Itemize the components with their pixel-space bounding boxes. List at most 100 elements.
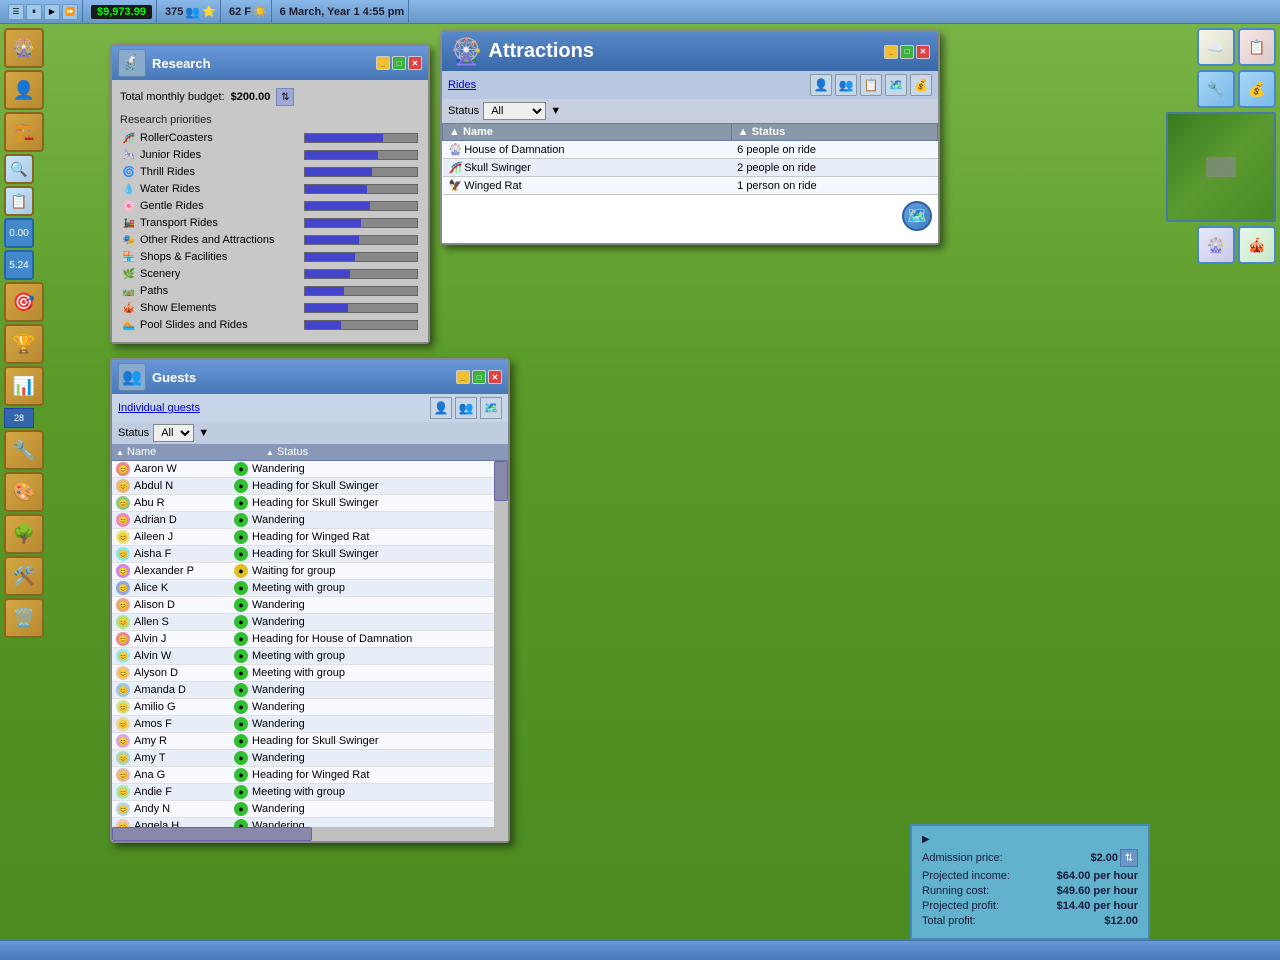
attractions-restore-btn[interactable]: □ — [900, 45, 914, 59]
research-item-shops[interactable]: 🏪 Shops & Facilities — [120, 249, 420, 265]
sidebar-icon-10[interactable]: 🛠️ — [4, 556, 44, 596]
guests-minimize-btn[interactable]: _ — [456, 370, 470, 384]
list-item[interactable]: 😊 Alvin J ● Heading for House of Damnati… — [112, 631, 494, 648]
sidebar-icon-small-4[interactable]: 5.24 — [4, 250, 34, 280]
sidebar-icon-3[interactable]: 🏗️ — [4, 112, 44, 152]
list-item[interactable]: 😊 Aisha F ● Heading for Skull Swinger — [112, 546, 494, 563]
guests-list[interactable]: 😊 Aaron W ● Wandering 😊 Abdul N ● Headin… — [112, 461, 508, 827]
sidebar-icon-small-3[interactable]: 0.00 — [4, 218, 34, 248]
name-col-header[interactable]: ▲ Name — [443, 124, 732, 141]
attractions-minimize-btn[interactable]: _ — [884, 45, 898, 59]
research-item-paths[interactable]: 🛤️ Paths — [120, 283, 420, 299]
research-item-water[interactable]: 💧 Water Rides — [120, 181, 420, 197]
right-icon-4[interactable]: 💰 — [1238, 70, 1276, 108]
list-item[interactable]: 😊 Amy T ● Wandering — [112, 750, 494, 767]
visitor-count: 375 — [165, 6, 183, 18]
list-item[interactable]: 😊 Aileen J ● Heading for Winged Rat — [112, 529, 494, 546]
sidebar-icon-2[interactable]: 👤 — [4, 70, 44, 110]
research-item-junior[interactable]: 🎠 Junior Rides — [120, 147, 420, 163]
attractions-close-btn[interactable]: ✕ — [916, 45, 930, 59]
guests-icon-2[interactable]: 👥 — [455, 397, 477, 419]
status-col-header[interactable]: ▲ Status — [731, 124, 937, 141]
sidebar-icon-small-2[interactable]: 📋 — [4, 186, 34, 216]
list-item[interactable]: 😊 Alyson D ● Meeting with group — [112, 665, 494, 682]
scrollbar-thumb[interactable] — [494, 461, 508, 501]
list-item[interactable]: 😊 Angela H ● Wandering — [112, 818, 494, 827]
menu-btn[interactable]: ☰ — [8, 4, 24, 20]
list-item[interactable]: 😊 Alice K ● Meeting with group — [112, 580, 494, 597]
sidebar-icon-11[interactable]: 🗑️ — [4, 598, 44, 638]
guests-icon-1[interactable]: 👤 — [430, 397, 452, 419]
attractions-icon-1[interactable]: 👤 — [810, 74, 832, 96]
list-item[interactable]: 😊 Allen S ● Wandering — [112, 614, 494, 631]
research-item-transport[interactable]: 🚂 Transport Rides — [120, 215, 420, 231]
budget-adjust-btn[interactable]: ⇅ — [276, 88, 294, 106]
horizontal-scrollbar[interactable] — [112, 827, 494, 841]
play-btn[interactable]: ▶ — [44, 4, 60, 20]
sidebar-icon-6[interactable]: 📊 — [4, 366, 44, 406]
attractions-icon-5[interactable]: 💰 — [910, 74, 932, 96]
list-item[interactable]: 😊 Abu R ● Heading for Skull Swinger — [112, 495, 494, 512]
ff-btn[interactable]: ⏩ — [62, 4, 78, 20]
right-icon-1[interactable]: ☁️ — [1197, 28, 1235, 66]
attractions-icon-4[interactable]: 🗺️ — [885, 74, 907, 96]
info-header: ▶ — [922, 834, 1138, 845]
sidebar-icon-small-1[interactable]: 🔍 — [4, 154, 34, 184]
list-item[interactable]: 😊 Amos F ● Wandering — [112, 716, 494, 733]
sidebar-icon-9[interactable]: 🌳 — [4, 514, 44, 554]
pause-btn[interactable]: ⏸ — [26, 4, 42, 20]
research-restore-btn[interactable]: □ — [392, 56, 406, 70]
guests-name-header[interactable]: ▲ Name — [112, 444, 262, 460]
attractions-icon-3[interactable]: 📋 — [860, 74, 882, 96]
research-item-scenery[interactable]: 🌿 Scenery — [120, 266, 420, 282]
sidebar-icon-7[interactable]: 🔧 — [4, 430, 44, 470]
list-item[interactable]: 😊 Andy N ● Wandering — [112, 801, 494, 818]
sidebar-icon-1[interactable]: 🎡 — [4, 28, 44, 68]
guests-icon-3[interactable]: 🗺️ — [480, 397, 502, 419]
sidebar-icon-5[interactable]: 🏆 — [4, 324, 44, 364]
individual-guests-tab[interactable]: Individual guests — [118, 402, 200, 414]
attractions-nav-btn[interactable]: 🗺️ — [902, 201, 932, 231]
list-item[interactable]: 😊 Andie F ● Meeting with group — [112, 784, 494, 801]
admission-adjust-btn[interactable]: ⇅ — [1120, 849, 1138, 867]
research-item-pool[interactable]: 🏊 Pool Slides and Rides — [120, 317, 420, 333]
research-item-rollercoasters[interactable]: 🎢 RollerCoasters — [120, 130, 420, 146]
research-minimize-btn[interactable]: _ — [376, 56, 390, 70]
rides-tab[interactable]: Rides — [448, 79, 476, 91]
research-item-other[interactable]: 🎭 Other Rides and Attractions — [120, 232, 420, 248]
guests-status-header[interactable]: ▲ Status — [262, 444, 508, 460]
right-icon-6[interactable]: 🎪 — [1238, 226, 1276, 264]
list-item[interactable]: 😊 Amy R ● Heading for Skull Swinger — [112, 733, 494, 750]
ride-status-cell: 2 people on ride — [731, 159, 937, 177]
list-item[interactable]: 😊 Amanda D ● Wandering — [112, 682, 494, 699]
research-item-show[interactable]: 🎪 Show Elements — [120, 300, 420, 316]
vertical-scrollbar[interactable] — [494, 461, 508, 841]
sidebar-icon-8[interactable]: 🎨 — [4, 472, 44, 512]
scrollbar-h-thumb[interactable] — [112, 827, 312, 841]
list-item[interactable]: 😊 Amilio G ● Wandering — [112, 699, 494, 716]
research-close-btn[interactable]: ✕ — [408, 56, 422, 70]
right-icon-5[interactable]: 🎡 — [1197, 226, 1235, 264]
table-row[interactable]: 🎡House of Damnation 6 people on ride — [443, 141, 938, 159]
list-item[interactable]: 😊 Ana G ● Heading for Winged Rat — [112, 767, 494, 784]
table-row[interactable]: 🦅Winged Rat 1 person on ride — [443, 177, 938, 195]
minimap[interactable] — [1166, 112, 1276, 222]
list-item[interactable]: 😊 Aaron W ● Wandering — [112, 461, 494, 478]
list-item[interactable]: 😊 Alexander P ● Waiting for group — [112, 563, 494, 580]
list-item[interactable]: 😊 Alvin W ● Meeting with group — [112, 648, 494, 665]
guests-status-dropdown[interactable]: All — [153, 424, 194, 442]
attractions-icon-2[interactable]: 👥 — [835, 74, 857, 96]
list-item[interactable]: 😊 Alison D ● Wandering — [112, 597, 494, 614]
right-icon-2[interactable]: 📋 — [1238, 28, 1276, 66]
guests-restore-btn[interactable]: □ — [472, 370, 486, 384]
list-item[interactable]: 😊 Abdul N ● Heading for Skull Swinger — [112, 478, 494, 495]
research-item-thrill[interactable]: 🌀 Thrill Rides — [120, 164, 420, 180]
list-item[interactable]: 😊 Adrian D ● Wandering — [112, 512, 494, 529]
guest-status: Wandering — [252, 701, 305, 713]
research-item-gentle[interactable]: 🌸 Gentle Rides — [120, 198, 420, 214]
guests-close-btn[interactable]: ✕ — [488, 370, 502, 384]
status-filter-dropdown[interactable]: All Open Closed — [483, 102, 546, 120]
sidebar-icon-4[interactable]: 🎯 — [4, 282, 44, 322]
table-row[interactable]: 🎢Skull Swinger 2 people on ride — [443, 159, 938, 177]
right-icon-3[interactable]: 🔧 — [1197, 70, 1235, 108]
